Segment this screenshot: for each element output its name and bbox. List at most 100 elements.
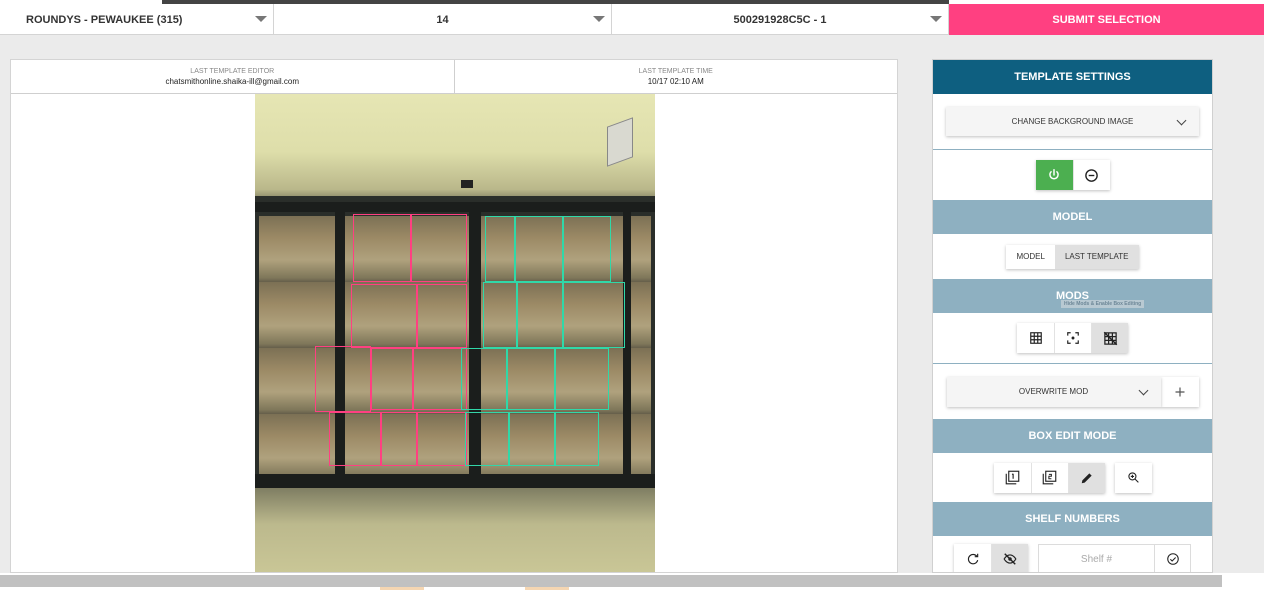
horizontal-scrollbar-thumb[interactable] (0, 575, 1222, 587)
door-handle (461, 180, 473, 188)
last-editor-value: chatsmithonline.shaika-ill@gmail.com (165, 76, 299, 86)
show-grid-button[interactable] (1017, 323, 1054, 353)
product-box-pink[interactable] (371, 348, 413, 410)
model-option-button[interactable]: MODEL (1006, 244, 1055, 269)
filter-2-icon (1042, 470, 1057, 485)
device-select-caret-icon (930, 16, 942, 22)
shelf-numbers-section (933, 536, 1212, 572)
template-canvas-panel: LAST TEMPLATE EDITOR chatsmithonline.sha… (10, 59, 898, 573)
product-box-teal[interactable] (515, 216, 563, 282)
mods-tooltip: Hide Mods & Enable Box Editing (1061, 300, 1145, 308)
door-frame-top (255, 202, 655, 212)
template-settings-panel: TEMPLATE SETTINGS CHANGE BACKGROUND IMAG… (932, 59, 1213, 573)
refresh-icon (967, 553, 978, 565)
product-box-pink[interactable] (353, 214, 411, 282)
product-box-teal[interactable] (465, 412, 509, 466)
shelf-number-input[interactable] (1038, 544, 1154, 572)
box-edit-group (993, 462, 1105, 493)
store-select-caret-icon (255, 16, 267, 22)
product-box-teal[interactable] (507, 348, 555, 410)
power-toggle-group (1035, 160, 1110, 190)
last-editor-label: LAST TEMPLATE EDITOR (190, 67, 275, 75)
product-box-teal[interactable] (555, 348, 609, 410)
door-frame-bottom (255, 474, 655, 488)
center-focus-icon (1067, 332, 1079, 344)
box-edit-section-header: BOX EDIT MODE (933, 419, 1212, 453)
background-section: CHANGE BACKGROUND IMAGE (933, 94, 1212, 149)
overwrite-mod-label: OVERWRITE MOD (1018, 387, 1089, 396)
confirm-shelf-button[interactable] (1154, 544, 1191, 572)
grid-off-icon (1103, 331, 1117, 345)
edit-boxes-button[interactable] (1067, 462, 1105, 493)
product-box-teal[interactable] (563, 216, 611, 282)
shelf-sign (607, 117, 633, 167)
product-box-pink[interactable] (411, 214, 467, 282)
change-background-label: CHANGE BACKGROUND IMAGE (1011, 117, 1134, 126)
product-box-pink[interactable] (417, 284, 467, 348)
mods-button-group (1017, 323, 1128, 353)
product-box-pink[interactable] (381, 412, 417, 466)
power-on-button[interactable] (1035, 160, 1073, 190)
product-box-pink[interactable] (351, 284, 417, 348)
plus-icon (1175, 387, 1184, 396)
model-section-header: MODEL (933, 200, 1212, 234)
template-info-row: LAST TEMPLATE EDITOR chatsmithonline.sha… (11, 60, 897, 94)
product-box-teal[interactable] (485, 216, 515, 282)
filter-1-icon (1005, 470, 1019, 485)
product-box-pink[interactable] (413, 348, 467, 410)
number-select[interactable]: 14 (274, 4, 612, 35)
device-select-value: 500291928C5C - 1 (733, 13, 827, 26)
product-box-teal[interactable] (509, 412, 555, 466)
template-settings-header: TEMPLATE SETTINGS (933, 60, 1212, 94)
number-select-value: 14 (436, 13, 449, 26)
power-icon (1049, 169, 1059, 180)
check-circle-icon (1166, 553, 1179, 565)
store-select-value: ROUNDYS - PEWAUKEE (315) (26, 13, 183, 26)
store-select[interactable]: ROUNDYS - PEWAUKEE (315) (0, 4, 274, 35)
mods-section-header: MODS Hide Mods & Enable Box Editing (933, 279, 1212, 313)
box-mode-1-button[interactable] (993, 462, 1031, 493)
box-mode-2-button[interactable] (1030, 462, 1068, 493)
shelf-number-field-group (1038, 544, 1191, 572)
last-time-cell: LAST TEMPLATE TIME 10/17 02:10 AM (453, 60, 898, 93)
pencil-icon (1081, 472, 1092, 483)
power-toggle-section (933, 150, 1212, 200)
chevron-down-icon (1176, 115, 1187, 126)
product-box-teal[interactable] (517, 282, 563, 348)
last-template-option-button[interactable]: LAST TEMPLATE (1054, 244, 1139, 269)
zoom-group (1114, 462, 1152, 493)
overwrite-mod-dropdown[interactable]: OVERWRITE MOD (946, 376, 1161, 407)
box-edit-section (933, 453, 1212, 502)
device-select[interactable]: 500291928C5C - 1 (612, 4, 949, 35)
last-time-value: 10/17 02:10 AM (647, 76, 704, 86)
product-box-teal[interactable] (483, 282, 517, 348)
eye-off-icon (1003, 553, 1017, 565)
refresh-shelves-button[interactable] (954, 544, 991, 572)
product-box-pink[interactable] (329, 412, 381, 466)
mods-button-section (933, 313, 1212, 363)
center-focus-button[interactable] (1054, 323, 1091, 353)
last-editor-cell: LAST TEMPLATE EDITOR chatsmithonline.sha… (11, 60, 454, 93)
fridge-photo[interactable] (255, 94, 655, 572)
grid-icon (1029, 332, 1042, 344)
product-box-pink[interactable] (417, 412, 467, 466)
mod-select-section: OVERWRITE MOD (933, 364, 1212, 419)
last-time-label: LAST TEMPLATE TIME (638, 67, 713, 75)
product-box-teal[interactable] (461, 348, 507, 410)
chevron-down-icon (1138, 385, 1148, 395)
hide-mods-button[interactable] (1091, 323, 1128, 353)
submit-selection-button[interactable]: SUBMIT SELECTION (949, 4, 1264, 35)
add-mod-button[interactable] (1160, 376, 1199, 407)
zoom-in-icon (1127, 472, 1139, 483)
product-box-teal[interactable] (555, 412, 599, 466)
change-background-dropdown[interactable]: CHANGE BACKGROUND IMAGE (946, 107, 1199, 136)
model-toggle-section: MODEL LAST TEMPLATE (933, 234, 1212, 279)
product-box-teal[interactable] (563, 282, 625, 348)
product-box-pink[interactable] (315, 346, 371, 412)
hide-shelves-button[interactable] (991, 544, 1028, 572)
shelf-toggle-group (954, 544, 1028, 572)
minus-circle-icon (1085, 168, 1098, 182)
zoom-in-button[interactable] (1114, 462, 1152, 493)
model-toggle-group: MODEL LAST TEMPLATE (1006, 244, 1139, 269)
disable-button[interactable] (1072, 160, 1110, 190)
